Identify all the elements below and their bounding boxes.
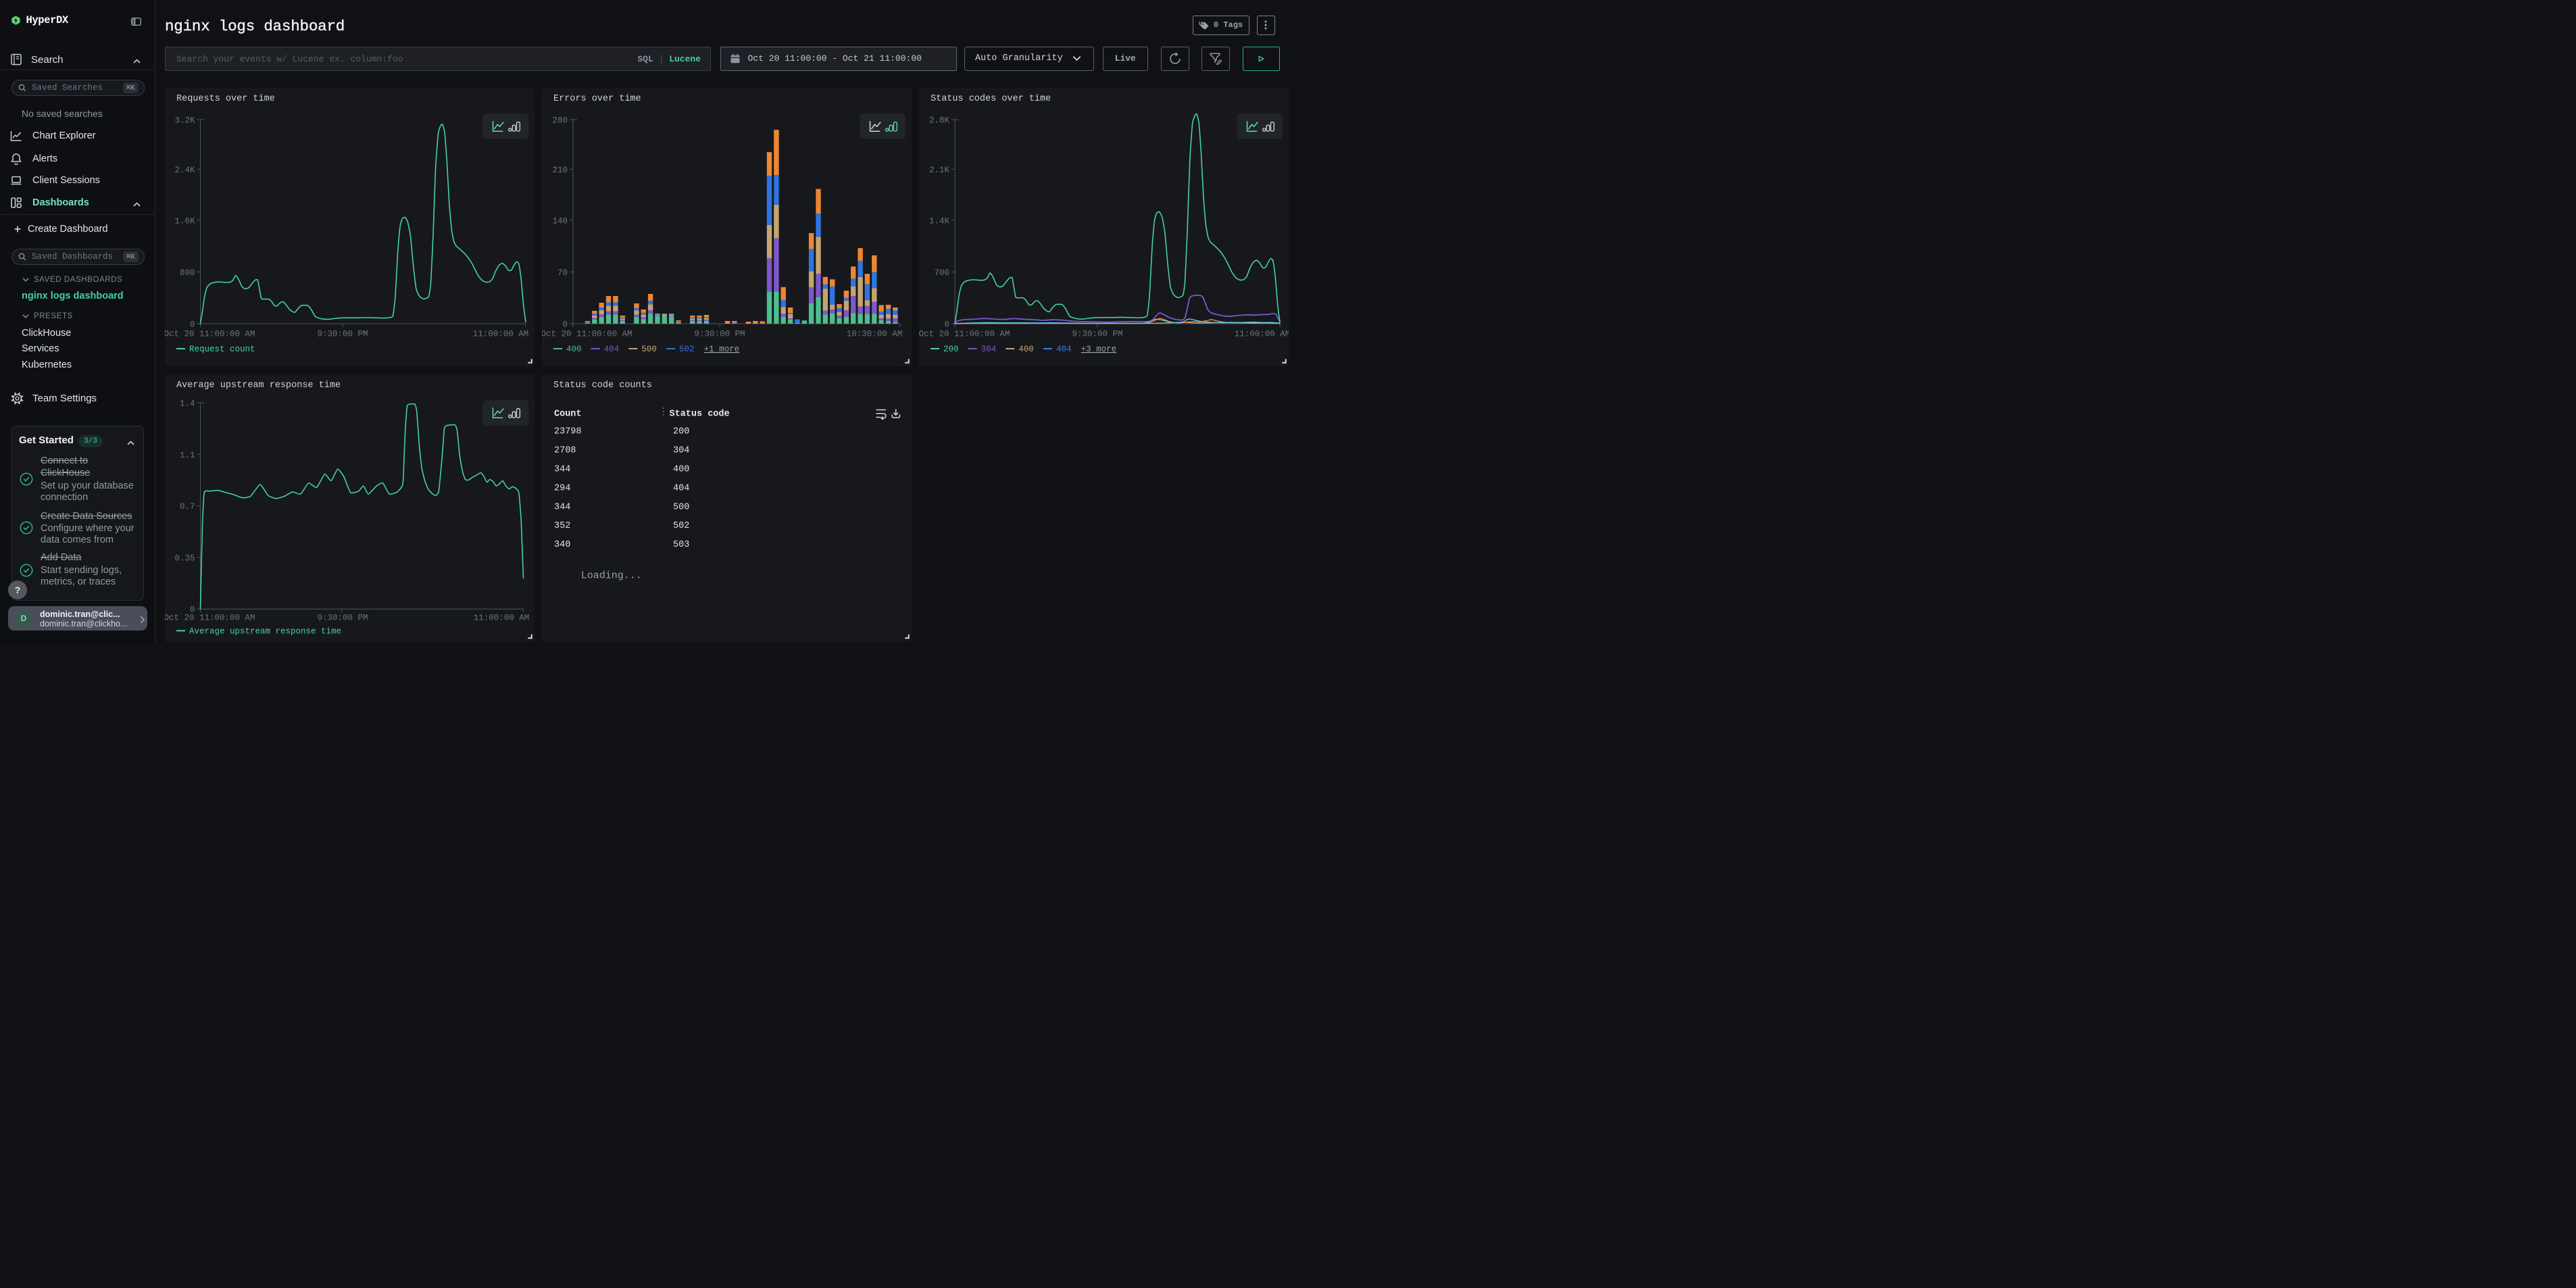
svg-text:3.2K: 3.2K [174, 116, 195, 126]
svg-text:9:30:00 PM: 9:30:00 PM [694, 330, 745, 339]
svg-text:210: 210 [552, 166, 568, 175]
svg-text:Oct 20 11:00:00 AM: Oct 20 11:00:00 AM [165, 330, 255, 339]
svg-text:Status code: Status code [670, 410, 730, 420]
svg-text:Count: Count [554, 410, 582, 420]
svg-text:2.8K: 2.8K [929, 116, 950, 126]
svg-text:0: 0 [190, 320, 195, 330]
svg-text:1.1: 1.1 [180, 451, 195, 460]
svg-text:503: 503 [673, 540, 689, 550]
svg-text:400: 400 [1018, 345, 1034, 354]
svg-text:Oct 20 11:00:00 AM: Oct 20 11:00:00 AM [542, 330, 633, 339]
svg-text:404: 404 [1056, 345, 1072, 354]
svg-text:502: 502 [673, 521, 689, 531]
svg-text:502: 502 [679, 345, 695, 354]
svg-text:Loading...: Loading... [581, 570, 642, 582]
svg-text:400: 400 [673, 465, 689, 475]
svg-text:11:00:00 AM: 11:00:00 AM [473, 330, 529, 339]
svg-text:+1 more: +1 more [704, 345, 740, 354]
svg-text:0.35: 0.35 [174, 553, 195, 563]
svg-text:1.4K: 1.4K [929, 217, 950, 226]
svg-text:700: 700 [934, 268, 949, 278]
svg-text:70: 70 [558, 268, 568, 278]
svg-text:11:00:00 AM: 11:00:00 AM [1235, 330, 1289, 339]
svg-text:800: 800 [180, 268, 195, 278]
svg-text:2.1K: 2.1K [929, 166, 950, 175]
svg-text:140: 140 [552, 217, 568, 226]
svg-text:10:30:00 AM: 10:30:00 AM [847, 330, 903, 339]
svg-text:Oct 20 11:00:00 AM: Oct 20 11:00:00 AM [919, 330, 1010, 339]
svg-text:294: 294 [554, 483, 570, 493]
svg-text:1.6K: 1.6K [174, 217, 195, 226]
svg-text:2708: 2708 [554, 446, 576, 456]
svg-text:0: 0 [944, 320, 949, 330]
svg-text:340: 340 [554, 540, 570, 550]
svg-text:200: 200 [673, 427, 689, 437]
svg-text:Request count: Request count [189, 345, 255, 354]
svg-text:344: 344 [554, 465, 570, 475]
svg-text:404: 404 [604, 345, 620, 354]
svg-text:400: 400 [566, 345, 582, 354]
svg-text:1.4: 1.4 [180, 399, 195, 409]
svg-text:500: 500 [673, 502, 689, 512]
svg-text:344: 344 [554, 502, 570, 512]
svg-text:11:00:00 AM: 11:00:00 AM [474, 613, 530, 622]
svg-text:304: 304 [673, 446, 689, 456]
svg-text:404: 404 [673, 483, 689, 493]
svg-text:23798: 23798 [554, 427, 582, 437]
svg-text:9:30:00 PM: 9:30:00 PM [317, 613, 368, 622]
svg-text:280: 280 [552, 116, 568, 126]
svg-text:304: 304 [981, 345, 997, 354]
svg-text:Average upstream response time: Average upstream response time [189, 626, 341, 636]
svg-text:+3 more: +3 more [1081, 345, 1117, 354]
svg-text:2.4K: 2.4K [174, 166, 195, 175]
svg-text:0: 0 [562, 320, 568, 330]
svg-text:0.7: 0.7 [180, 502, 195, 512]
svg-text:Oct 20 11:00:00 AM: Oct 20 11:00:00 AM [165, 613, 255, 622]
svg-text:500: 500 [641, 345, 657, 354]
svg-text:9:30:00 PM: 9:30:00 PM [317, 330, 368, 339]
svg-text:200: 200 [943, 345, 959, 354]
svg-text:9:30:00 PM: 9:30:00 PM [1072, 330, 1122, 339]
svg-text:352: 352 [554, 521, 570, 531]
